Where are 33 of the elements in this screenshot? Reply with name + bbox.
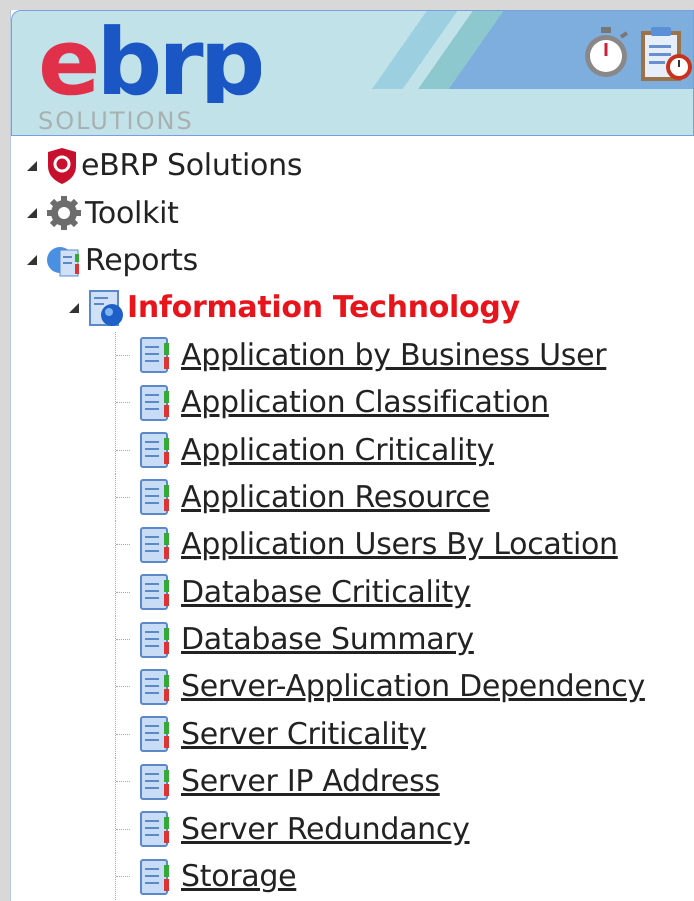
report-icon [140,526,170,563]
report-icon [140,479,170,516]
report-globe-icon [88,288,124,327]
report-link[interactable]: Server Redundancy [181,812,470,847]
report-icon [140,668,170,705]
report-icon [140,858,170,895]
report-icon [140,432,170,468]
tree-node-label[interactable]: Information Technology [127,290,520,326]
report-link[interactable]: Application Classification [181,385,549,420]
report-icon [140,574,170,610]
report-link[interactable]: Server Criticality [181,716,426,752]
report-link[interactable]: Application Users By Location [181,527,618,562]
report-icon [140,622,170,658]
report-link[interactable]: Application Resource [181,480,490,515]
report-icon [140,384,170,421]
report-icon [140,764,170,800]
tree-node-label[interactable]: Toolkit [85,196,179,231]
report-link[interactable]: Database Summary [181,622,474,658]
tree-node-label[interactable]: eBRP Solutions [81,148,302,184]
report-link[interactable]: Database Criticality [181,574,470,610]
logo-tagline: SOLUTIONS [38,107,195,135]
clipboard-clock-icon[interactable] [639,25,693,83]
report-link[interactable]: Server IP Address [181,764,440,800]
gear-icon [46,195,82,232]
report-link[interactable]: Application Criticality [181,432,494,468]
report-link[interactable]: Server-Application Dependency [181,669,645,704]
report-icon [140,337,170,374]
report-icon [140,716,170,752]
shield-icon [46,148,78,184]
tree-node-label[interactable]: Reports [85,242,198,278]
report-link[interactable]: Storage [181,859,296,894]
report-link[interactable]: Application by Business User [181,338,606,373]
report-icon [140,811,170,848]
